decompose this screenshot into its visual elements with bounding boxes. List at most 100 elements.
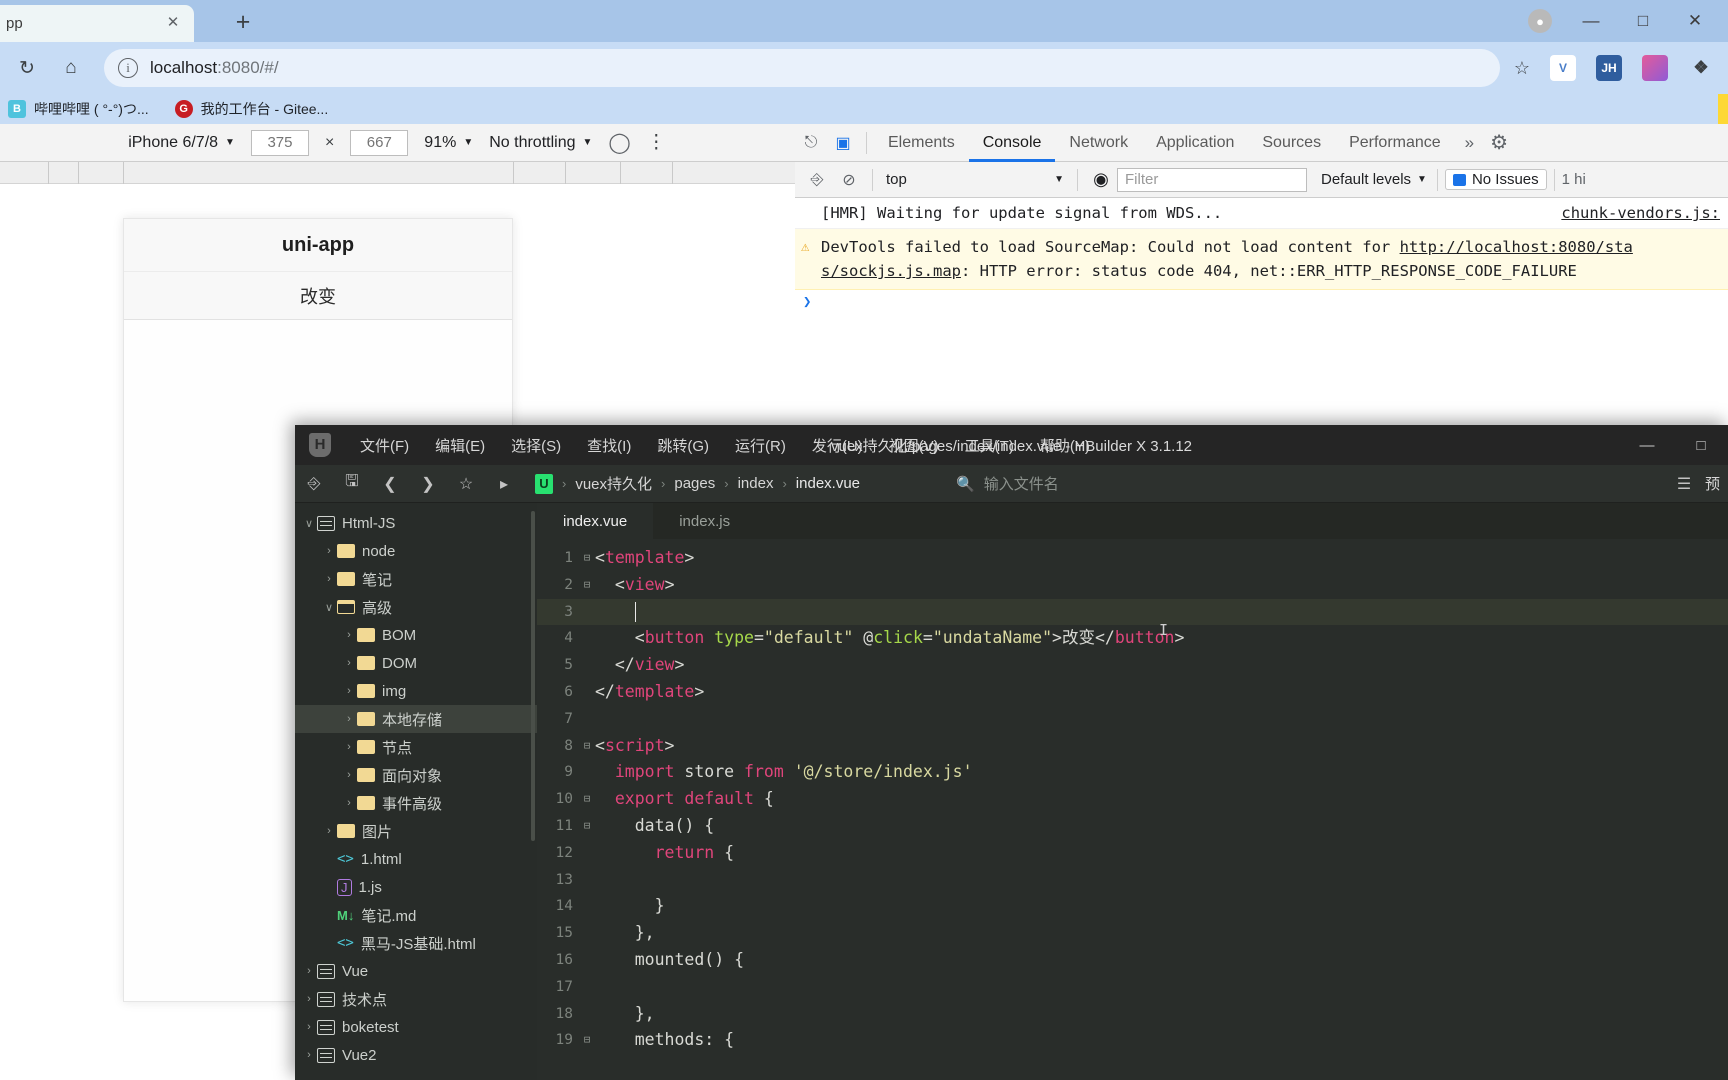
code-area[interactable]: 1 ⊟ <template> 2 ⊟ <view> 3 4 <button ty… <box>537 539 1728 1054</box>
tab-sources[interactable]: Sources <box>1248 124 1335 162</box>
chevron-right-icon[interactable]: › <box>301 1021 317 1033</box>
hbuilderx-minimize-button[interactable]: — <box>1620 425 1674 465</box>
fold-icon[interactable]: ⊟ <box>579 1027 595 1054</box>
preview-label[interactable]: 预 <box>1705 473 1728 494</box>
chrome-profile-icon[interactable]: ● <box>1528 9 1552 33</box>
tree-item[interactable]: › Vue2 <box>295 1041 537 1069</box>
tree-item[interactable]: › 图片 <box>295 817 537 845</box>
plus-icon[interactable]: + <box>228 8 258 38</box>
extensions-puzzle-icon[interactable]: ❖ <box>1688 55 1714 81</box>
extension-jh-icon[interactable]: JH <box>1596 55 1622 81</box>
device-select[interactable]: iPhone 6/7/8 ▼ <box>128 134 235 152</box>
favorite-icon[interactable]: ☆ <box>447 465 485 503</box>
tree-item[interactable]: › BOM <box>295 621 537 649</box>
tree-item[interactable]: J 1.js <box>295 873 537 901</box>
tree-item[interactable]: › node <box>295 537 537 565</box>
console-warning-link-1[interactable]: http://localhost:8080/sta <box>1400 238 1633 256</box>
console-context-select[interactable]: top ▼ <box>880 168 1070 192</box>
home-icon[interactable]: ⌂ <box>54 51 88 85</box>
tree-item[interactable]: › img <box>295 677 537 705</box>
viewport-height-input[interactable]: 667 <box>350 129 409 156</box>
tree-item-selected[interactable]: › 本地存储 <box>295 705 537 733</box>
close-icon[interactable]: ✕ <box>164 14 182 32</box>
bookmark-item[interactable]: B 哔哩哔哩 ( °-°)つ... <box>8 99 149 119</box>
chevron-right-icon[interactable]: › <box>341 713 357 725</box>
tree-scrollbar[interactable] <box>531 511 535 841</box>
breadcrumb-item-project[interactable]: vuex持久化 <box>575 473 652 494</box>
chevron-right-icon[interactable]: › <box>301 993 317 1005</box>
bookmark-item[interactable]: G 我的工作台 - Gitee... <box>174 99 328 119</box>
breadcrumb-item-pages[interactable]: pages <box>674 475 715 492</box>
extension-colorful-icon[interactable] <box>1642 55 1668 81</box>
menu-publish[interactable]: 发行(U) <box>799 435 876 456</box>
browser-tab[interactable]: pp ✕ <box>0 5 194 42</box>
forward-icon[interactable]: ❯ <box>409 465 447 503</box>
chevron-right-icon[interactable]: › <box>321 573 337 585</box>
menu-select[interactable]: 选择(S) <box>498 435 574 456</box>
menu-file[interactable]: 文件(F) <box>347 435 422 456</box>
tab-elements[interactable]: Elements <box>874 124 969 162</box>
tab-application[interactable]: Application <box>1142 124 1248 162</box>
zoom-select[interactable]: 91% ▼ <box>424 134 473 152</box>
fold-icon[interactable]: ⊟ <box>579 813 595 840</box>
menu-tools[interactable]: 工具(T) <box>952 435 1027 456</box>
run-icon[interactable]: ▸ <box>485 465 523 503</box>
tab-console[interactable]: Console <box>969 124 1056 162</box>
tree-item[interactable]: › 节点 <box>295 733 537 761</box>
save-icon[interactable]: 🖫 <box>333 465 371 503</box>
chevron-down-icon[interactable]: ∨ <box>301 517 317 530</box>
menu-help[interactable]: 帮助(Y) <box>1027 435 1103 456</box>
tree-item[interactable]: › 事件高级 <box>295 789 537 817</box>
menu-view[interactable]: 视图(V) <box>876 435 952 456</box>
throttling-select[interactable]: No throttling ▼ <box>489 134 592 152</box>
fold-icon[interactable]: ⊟ <box>579 572 595 599</box>
gear-icon[interactable]: ⚙ <box>1484 130 1508 155</box>
tree-item[interactable]: › boketest <box>295 1013 537 1041</box>
reload-icon[interactable]: ↻ <box>10 51 44 85</box>
code-editor[interactable]: index.vue index.js 1 ⊟ <template> 2 ⊟ <v… <box>537 503 1728 1080</box>
fold-icon[interactable]: ⊟ <box>579 545 595 572</box>
tab-network[interactable]: Network <box>1055 124 1142 162</box>
tree-item[interactable]: › Vue <box>295 957 537 985</box>
console-prompt[interactable] <box>795 290 1728 310</box>
window-close-button[interactable]: ✕ <box>1682 11 1708 31</box>
chevron-right-icon[interactable]: › <box>341 629 357 641</box>
toggle-sidebar-icon[interactable]: ⎆ <box>295 465 333 503</box>
maximize-button[interactable]: □ <box>1630 11 1656 31</box>
console-message-source[interactable]: chunk-vendors.js: <box>1561 204 1720 222</box>
star-icon[interactable]: ☆ <box>1514 58 1530 79</box>
clear-console-icon[interactable]: ⊘ <box>833 165 865 195</box>
info-icon[interactable]: i <box>118 58 138 78</box>
hbuilderx-maximize-button[interactable]: □ <box>1674 425 1728 465</box>
console-sidebar-icon[interactable]: ⎆ <box>801 165 833 195</box>
live-expression-icon[interactable]: ◉ <box>1085 165 1117 195</box>
tree-item[interactable]: ∨ 高级 <box>295 593 537 621</box>
issues-button[interactable]: No Issues <box>1444 169 1547 190</box>
breadcrumb-item-file[interactable]: index.vue <box>796 475 860 492</box>
viewport-width-input[interactable]: 375 <box>250 129 309 156</box>
tab-performance[interactable]: Performance <box>1335 124 1455 162</box>
menu-edit[interactable]: 编辑(E) <box>422 435 498 456</box>
tree-item[interactable]: › 笔记 <box>295 565 537 593</box>
tree-item[interactable]: ∨ Html-JS <box>295 509 537 537</box>
minimize-button[interactable]: — <box>1578 11 1604 31</box>
tree-item[interactable]: › 技术点 <box>295 985 537 1013</box>
chevron-down-icon[interactable]: ∨ <box>321 601 337 614</box>
chevron-right-icon[interactable]: › <box>321 545 337 557</box>
chevron-right-icon[interactable]: › <box>341 797 357 809</box>
extension-v-icon[interactable]: V <box>1550 55 1576 81</box>
fold-icon[interactable]: ⊟ <box>579 733 595 760</box>
tree-item[interactable]: › DOM <box>295 649 537 677</box>
tree-item[interactable]: › 面向对象 <box>295 761 537 789</box>
menu-goto[interactable]: 跳转(G) <box>644 435 722 456</box>
change-button[interactable]: 改变 <box>124 272 512 320</box>
inspect-element-icon[interactable]: ⎋ <box>795 128 827 158</box>
chevron-right-icon[interactable]: › <box>301 965 317 977</box>
console-filter-input[interactable]: Filter <box>1117 167 1307 192</box>
fold-icon[interactable]: ⊟ <box>579 786 595 813</box>
chevron-right-icon[interactable]: › <box>301 1049 317 1061</box>
editor-tab-index-vue[interactable]: index.vue <box>537 503 654 539</box>
chevron-right-icon[interactable]: › <box>341 657 357 669</box>
editor-tab-index-js[interactable]: index.js <box>653 503 756 539</box>
file-search[interactable]: 🔍 输入文件名 <box>956 473 1059 494</box>
